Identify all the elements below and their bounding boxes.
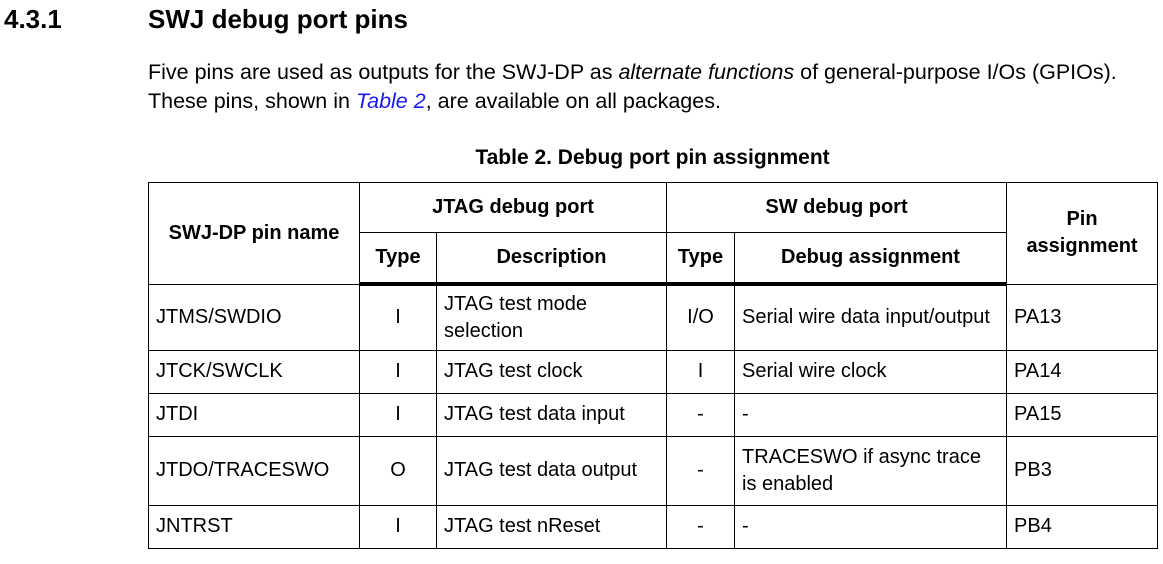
- cell-pin-name: JTCK/SWCLK: [148, 349, 360, 394]
- cell-jtag-type: I: [359, 392, 437, 437]
- cell-jtag-description: JTAG test nReset: [436, 504, 667, 549]
- header-jtag-type: Type: [359, 232, 437, 286]
- cell-pin-name: JTDI: [148, 392, 360, 437]
- paragraph-text-3: , are available on all packages.: [425, 89, 721, 113]
- cell-pin-name: JNTRST: [148, 504, 360, 549]
- cell-sw-type: I/O: [666, 283, 735, 351]
- cell-sw-debug-assignment: -: [733, 392, 1008, 437]
- cell-jtag-description: JTAG test data input: [436, 392, 667, 437]
- cell-pin-name: JTMS/SWDIO: [148, 283, 360, 351]
- cell-sw-type: -: [666, 504, 735, 549]
- table-row: JTDO/TRACESWO O JTAG test data output - …: [148, 435, 1159, 506]
- table-2-link[interactable]: Table 2: [356, 89, 426, 113]
- header-sw-debug-assignment: Debug assignment: [733, 232, 1008, 286]
- cell-sw-debug-assignment: Serial wire clock: [733, 349, 1008, 394]
- cell-jtag-type: I: [359, 349, 437, 394]
- header-pin-assignment: Pin assignment: [1006, 182, 1159, 285]
- table-row: JTMS/SWDIO I JTAG test mode selection I/…: [148, 283, 1159, 351]
- header-jtag-debug-port: JTAG debug port: [359, 182, 667, 233]
- cell-sw-type: -: [666, 392, 735, 437]
- cell-jtag-description: JTAG test data output: [436, 435, 667, 506]
- cell-pin-assignment: PA15: [1006, 392, 1159, 437]
- table-caption: Table 2. Debug port pin assignment: [475, 146, 830, 169]
- cell-pin-assignment: PB3: [1006, 435, 1159, 506]
- intro-paragraph: Five pins are used as outputs for the SW…: [148, 58, 1153, 116]
- section-number: 4.3.1: [4, 4, 62, 34]
- cell-jtag-type: O: [359, 435, 437, 506]
- cell-sw-debug-assignment: -: [733, 504, 1008, 549]
- header-jtag-description: Description: [436, 232, 667, 286]
- table-row: JTCK/SWCLK I JTAG test clock I Serial wi…: [148, 349, 1159, 394]
- cell-jtag-type: I: [359, 283, 437, 351]
- paragraph-text-1: Five pins are used as outputs for the SW…: [148, 60, 619, 84]
- cell-pin-assignment: PA14: [1006, 349, 1159, 394]
- table-row: JNTRST I JTAG test nReset - - PB4: [148, 504, 1159, 549]
- table-row: JTDI I JTAG test data input - - PA15: [148, 392, 1159, 437]
- cell-sw-debug-assignment: TRACESWO if async trace is enabled: [733, 435, 1008, 506]
- cell-sw-debug-assignment: Serial wire data input/output: [733, 283, 1008, 351]
- header-sw-debug-port: SW debug port: [665, 182, 1008, 233]
- cell-sw-type: -: [666, 435, 735, 506]
- header-sw-type: Type: [666, 232, 735, 286]
- cell-sw-type: I: [666, 349, 735, 394]
- header-pin-name: SWJ-DP pin name: [148, 182, 360, 285]
- cell-pin-name: JTDO/TRACESWO: [148, 435, 360, 506]
- paragraph-emphasis: alternate functions: [618, 60, 795, 84]
- cell-jtag-type: I: [359, 504, 437, 549]
- cell-jtag-description: JTAG test mode selection: [436, 283, 667, 351]
- section-title: SWJ debug port pins: [148, 4, 408, 34]
- cell-pin-assignment: PB4: [1006, 504, 1159, 549]
- cell-jtag-description: JTAG test clock: [436, 349, 667, 394]
- cell-pin-assignment: PA13: [1006, 283, 1159, 351]
- debug-port-pin-table: SWJ-DP pin name JTAG debug port SW debug…: [148, 182, 1159, 549]
